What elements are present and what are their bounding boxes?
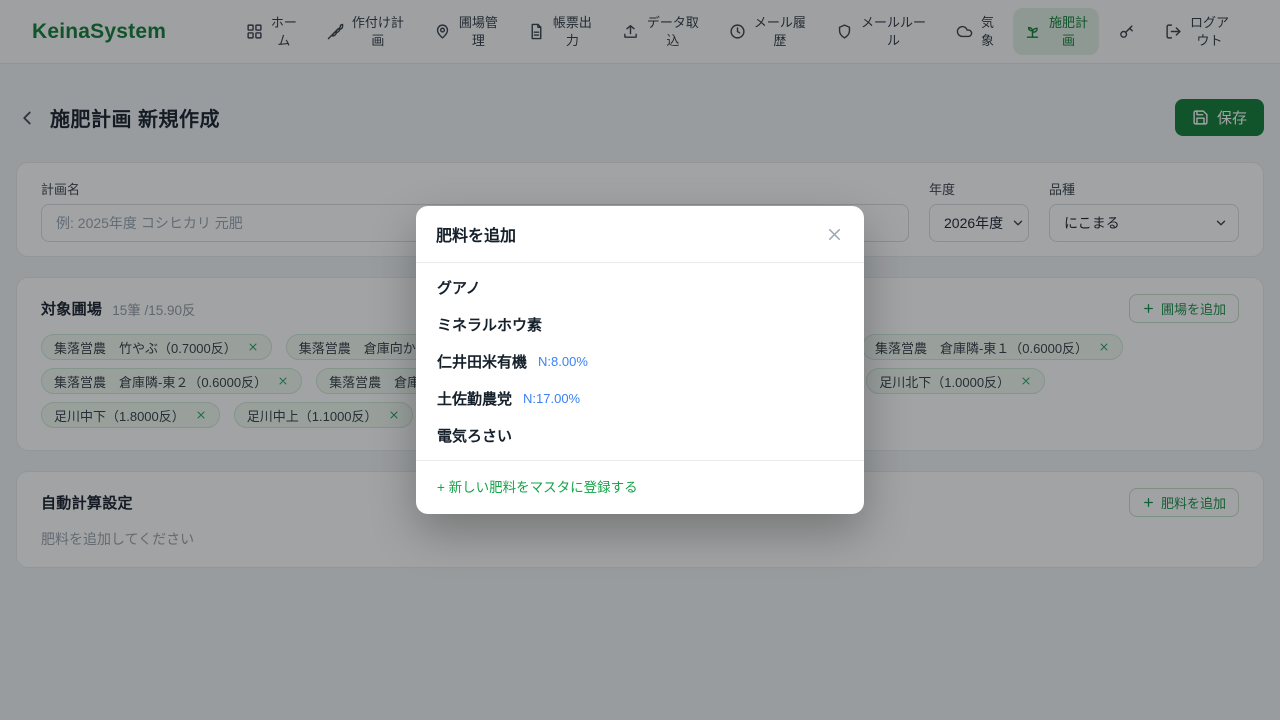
add-fertilizer-modal: 肥料を追加 グアノミネラルホウ素仁井田米有機 N:8.00% 土佐勤農党 N:17.0… [416,206,864,514]
fertilizer-option[interactable]: グアノ [416,269,864,306]
fertilizer-n-value: N:8.00% [538,354,588,369]
register-new-fertilizer-link[interactable]: + 新しい肥料をマスタに登録する [437,480,638,495]
modal-header: 肥料を追加 [416,206,864,263]
modal-footer: + 新しい肥料をマスタに登録する [416,460,864,514]
fertilizer-option[interactable]: ミネラルホウ素 [416,306,864,343]
fertilizer-option[interactable]: 仁井田米有機 N:8.00% [416,343,864,380]
fertilizer-name: 土佐勤農党 [437,388,512,409]
modal-overlay[interactable]: 肥料を追加 グアノミネラルホウ素仁井田米有機 N:8.00% 土佐勤農党 N:17.0… [0,0,1280,720]
fertilizer-option-list: グアノミネラルホウ素仁井田米有機 N:8.00% 土佐勤農党 N:17.00% 電気ろさ… [416,263,864,460]
fertilizer-name: ミネラルホウ素 [437,314,542,335]
close-icon[interactable] [825,225,844,244]
fertilizer-name: 電気ろさい [437,425,512,446]
modal-title: 肥料を追加 [436,222,516,246]
fertilizer-option[interactable]: 土佐勤農党 N:17.00% [416,380,864,417]
fertilizer-n-value: N:17.00% [523,391,580,406]
fertilizer-name: グアノ [437,277,481,298]
fertilizer-name: 仁井田米有機 [437,351,527,372]
fertilizer-option[interactable]: 電気ろさい [416,417,864,454]
